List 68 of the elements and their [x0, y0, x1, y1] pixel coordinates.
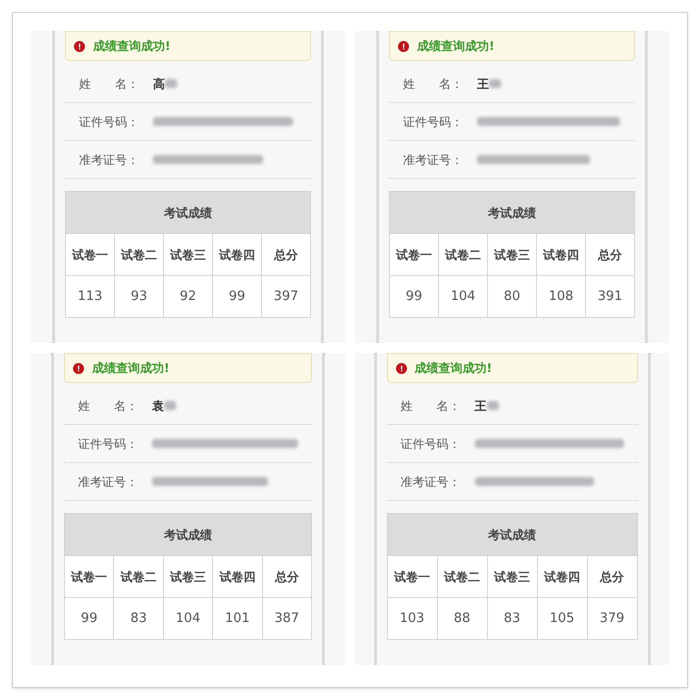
column-header: 试卷三 [488, 234, 536, 276]
table-cell: 108 [536, 276, 586, 318]
table-cell: 113 [66, 276, 114, 318]
table-cell: 105 [537, 598, 587, 640]
column-header: 试卷二 [437, 556, 487, 598]
column-header: 试卷一 [390, 234, 438, 276]
column-header: 试卷三 [164, 234, 212, 276]
column-header: 总分 [587, 556, 637, 598]
alert-icon [73, 362, 84, 374]
column-header: 试卷二 [114, 556, 164, 598]
alert-icon [396, 362, 406, 374]
table-cell: 93 [114, 276, 164, 318]
table-cell: 103 [387, 598, 437, 640]
alert-icon [398, 40, 409, 52]
column-header: 试卷三 [163, 556, 213, 598]
field-label: 准考证号： [78, 474, 139, 490]
table-cell: 92 [164, 276, 212, 318]
alert-icon [74, 40, 85, 52]
column-header: 总分 [586, 234, 634, 276]
table-cell: 99 [212, 276, 262, 318]
table-cell: 104 [163, 598, 213, 640]
table-cell: 99 [390, 276, 438, 318]
field-label: 准考证号： [403, 152, 464, 168]
table-title: 考试成绩 [66, 192, 310, 234]
field-label: 姓 名： [79, 76, 140, 92]
field-value: 高 [153, 76, 165, 92]
table-cell: 397 [262, 276, 310, 318]
column-header: 试卷一 [64, 556, 114, 598]
table-cell: 80 [488, 276, 536, 318]
alert-message: 成绩查询成功! [417, 38, 494, 55]
table-cell: 379 [587, 598, 637, 640]
alert-message: 成绩查询成功! [414, 360, 492, 377]
table-cell: 83 [114, 598, 164, 640]
field-label: 姓 名： [403, 76, 464, 92]
field-label: 准考证号： [400, 474, 462, 490]
column-header: 总分 [262, 556, 312, 598]
table-title: 考试成绩 [387, 514, 637, 556]
field-value: 袁 [152, 398, 164, 414]
table-title: 考试成绩 [64, 514, 312, 556]
column-header: 试卷四 [212, 234, 262, 276]
field-label: 证件号码： [78, 436, 139, 452]
field-label: 姓 名： [400, 398, 462, 414]
field-label: 证件号码： [403, 114, 464, 130]
field-value: 王 [474, 398, 486, 414]
alert-message: 成绩查询成功! [93, 38, 170, 55]
table-cell: 101 [212, 598, 262, 640]
field-label: 姓 名： [78, 398, 139, 414]
field-value: 王 [477, 76, 489, 92]
column-header: 试卷四 [536, 234, 586, 276]
field-label: 证件号码： [400, 436, 462, 452]
table-cell: 104 [438, 276, 488, 318]
column-header: 试卷四 [537, 556, 587, 598]
column-header: 总分 [262, 234, 310, 276]
column-header: 试卷四 [212, 556, 262, 598]
table-cell: 99 [64, 598, 114, 640]
column-header: 试卷三 [487, 556, 537, 598]
table-cell: 391 [586, 276, 634, 318]
table-cell: 387 [262, 598, 312, 640]
column-header: 试卷二 [438, 234, 488, 276]
alert-message: 成绩查询成功! [92, 360, 170, 377]
table-cell: 83 [487, 598, 537, 640]
table-cell: 88 [437, 598, 487, 640]
column-header: 试卷二 [114, 234, 164, 276]
field-label: 证件号码： [79, 114, 140, 130]
field-label: 准考证号： [79, 152, 140, 168]
table-title: 考试成绩 [390, 192, 634, 234]
column-header: 试卷一 [387, 556, 437, 598]
column-header: 试卷一 [66, 234, 114, 276]
